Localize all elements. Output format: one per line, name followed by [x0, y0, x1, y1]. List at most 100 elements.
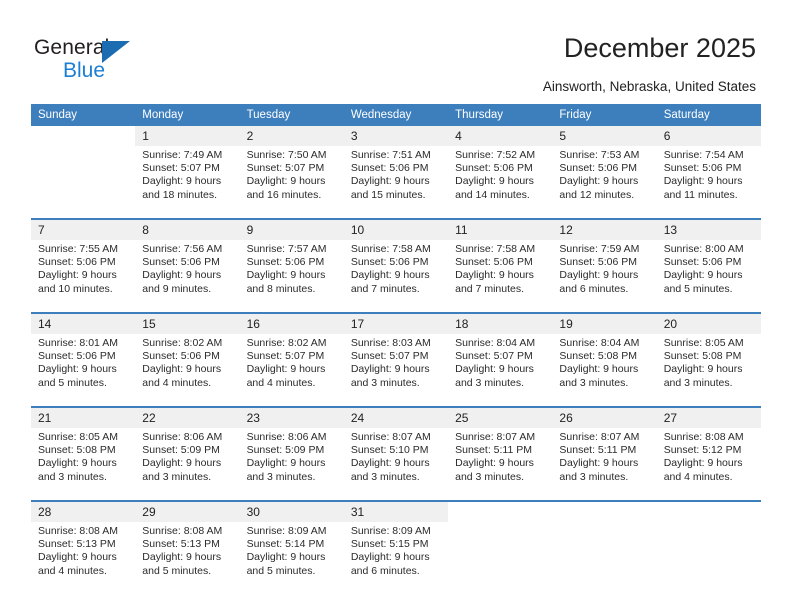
- day-number-cell[interactable]: 8: [135, 218, 240, 240]
- day-number-cell[interactable]: 20: [656, 312, 761, 334]
- day-sunrise-text: Sunrise: 8:09 AM: [350, 525, 431, 537]
- day-daylight-text: Daylight: 9 hours: [142, 269, 222, 282]
- day-number-cell[interactable]: 4: [448, 126, 553, 146]
- day-sunrise-text: Sunrise: 7:59 AM: [559, 243, 640, 255]
- day-daylight-text: Daylight: 9 hours: [559, 175, 639, 188]
- day-sunset-text: Sunset: 5:06 PM: [455, 256, 533, 269]
- day-number-empty: [448, 500, 553, 522]
- day-info-cell: Sunrise: 7:53 AM Sunset: 5:06 PM Daylight:…: [552, 146, 657, 219]
- day-daylight-text: Daylight: 9 hours: [246, 269, 326, 282]
- day-number-cell[interactable]: 9: [239, 218, 344, 240]
- day-number-empty: [31, 126, 136, 146]
- day-sunset-text: Sunset: 5:06 PM: [350, 162, 429, 175]
- day-info-cell: Sunrise: 8:08 AM Sunset: 5:13 PM Daylight:…: [135, 522, 240, 594]
- day-number-cell[interactable]: 7: [31, 218, 136, 240]
- day-info-cell: Sunrise: 7:58 AM Sunset: 5:06 PM Daylight:…: [343, 240, 449, 313]
- day-sunrise-text: Sunrise: 7:53 AM: [559, 149, 640, 161]
- day-daylight-text: Daylight: 9 hours: [246, 175, 326, 188]
- calendar-body: 1 2 3 4 5 6 Sunrise: 7:49 AM Sunset: 5:07 PM Day…: [31, 126, 761, 594]
- day-sunset-text: Sunset: 5:10 PM: [350, 444, 429, 457]
- day-daylight-text: Daylight: 9 hours: [38, 363, 117, 376]
- day-number-cell[interactable]: 14: [31, 312, 136, 334]
- day-number-cell[interactable]: 23: [239, 406, 344, 428]
- week-daynumber-row: 123456: [31, 126, 761, 146]
- day-number-cell[interactable]: 22: [135, 406, 240, 428]
- day-number-cell[interactable]: 18: [448, 312, 553, 334]
- day-sunset-text: Sunset: 5:13 PM: [38, 538, 116, 551]
- day-number-cell[interactable]: 29: [135, 500, 240, 522]
- day-sunrise-text: Sunrise: 7:50 AM: [246, 149, 327, 161]
- day-number-cell[interactable]: 25: [448, 406, 553, 428]
- day-sunset-text: Sunset: 5:06 PM: [142, 256, 220, 269]
- weekday-header-tuesday: Tuesday: [239, 104, 344, 126]
- day-number-cell[interactable]: 13: [656, 218, 761, 240]
- week-daynumber-row: 21 22 23 24 25 26 27: [31, 406, 761, 428]
- day-sunset-text: Sunset: 5:14 PM: [246, 538, 325, 551]
- day-number-cell[interactable]: 15: [135, 312, 240, 334]
- day-daylight-text: and 5 minutes.: [663, 282, 733, 295]
- day-sunrise-text: Sunrise: 7:49 AM: [142, 149, 223, 161]
- day-number-cell[interactable]: 17: [343, 312, 449, 334]
- day-number-cell[interactable]: 1: [135, 126, 240, 146]
- day-info-cell: Sunrise: 7:56 AM Sunset: 5:06 PM Daylight:…: [135, 240, 240, 313]
- day-sunset-text: Sunset: 5:11 PM: [559, 444, 637, 457]
- day-number-cell[interactable]: 6: [656, 126, 761, 146]
- day-info-cell: Sunrise: 8:08 AM Sunset: 5:12 PM Daylight:…: [656, 428, 761, 501]
- day-sunset-text: Sunset: 5:06 PM: [38, 350, 116, 363]
- day-number-cell[interactable]: 5: [552, 126, 657, 146]
- day-daylight-text: and 12 minutes.: [559, 188, 635, 201]
- week-daynumber-row: 7 8 9 10 11 12 13: [31, 218, 761, 240]
- day-sunrise-text: Sunrise: 8:02 AM: [142, 337, 223, 349]
- day-sunrise-text: Sunrise: 8:06 AM: [246, 431, 327, 443]
- day-number-cell[interactable]: 24: [343, 406, 449, 428]
- day-number-cell[interactable]: 30: [239, 500, 344, 522]
- day-number-cell[interactable]: 10: [343, 218, 449, 240]
- day-number-cell[interactable]: 19: [552, 312, 657, 334]
- day-sunset-text: Sunset: 5:12 PM: [663, 444, 742, 457]
- day-number-cell[interactable]: 2: [239, 126, 344, 146]
- day-number-cell[interactable]: 28: [31, 500, 136, 522]
- day-number-cell[interactable]: 11: [448, 218, 553, 240]
- day-daylight-text: Daylight: 9 hours: [246, 551, 326, 564]
- day-info-empty: [656, 522, 761, 594]
- day-daylight-text: and 7 minutes.: [350, 282, 420, 295]
- day-number-cell[interactable]: 31: [343, 500, 449, 522]
- day-info-cell: Sunrise: 8:01 AM Sunset: 5:06 PM Daylight:…: [31, 334, 136, 407]
- day-sunset-text: Sunset: 5:06 PM: [559, 162, 638, 175]
- day-daylight-text: and 9 minutes.: [142, 282, 212, 295]
- day-daylight-text: Daylight: 9 hours: [38, 457, 117, 470]
- week-info-row: Sunrise: 8:05 AM Sunset: 5:08 PM Daylight:…: [31, 428, 761, 501]
- day-daylight-text: Daylight: 9 hours: [455, 457, 534, 470]
- day-number-empty: [552, 500, 657, 522]
- day-daylight-text: and 3 minutes.: [455, 376, 525, 389]
- day-daylight-text: Daylight: 9 hours: [350, 269, 430, 282]
- day-info-empty: [552, 522, 657, 594]
- day-sunset-text: Sunset: 5:11 PM: [455, 444, 532, 457]
- day-sunset-text: Sunset: 5:07 PM: [455, 350, 533, 363]
- day-daylight-text: and 14 minutes.: [455, 188, 530, 201]
- day-daylight-text: and 6 minutes.: [350, 564, 420, 577]
- day-sunrise-text: Sunrise: 8:08 AM: [663, 431, 744, 443]
- general-blue-logo[interactable]: General Blue: [34, 36, 184, 92]
- day-number-cell[interactable]: 21: [31, 406, 136, 428]
- day-info-cell: Sunrise: 8:06 AM Sunset: 5:09 PM Daylight:…: [239, 428, 344, 501]
- day-info-cell: Sunrise: 8:05 AM Sunset: 5:08 PM Daylight:…: [31, 428, 136, 501]
- day-sunset-text: Sunset: 5:06 PM: [663, 256, 742, 269]
- day-number-cell[interactable]: 27: [656, 406, 761, 428]
- day-sunset-text: Sunset: 5:06 PM: [559, 256, 638, 269]
- day-daylight-text: Daylight: 9 hours: [350, 363, 430, 376]
- day-number-cell[interactable]: 3: [343, 126, 449, 146]
- day-number-cell[interactable]: 12: [552, 218, 657, 240]
- day-sunrise-text: Sunrise: 8:07 AM: [455, 431, 536, 443]
- day-daylight-text: and 5 minutes.: [38, 376, 107, 389]
- day-daylight-text: Daylight: 9 hours: [663, 457, 743, 470]
- day-sunrise-text: Sunrise: 8:04 AM: [559, 337, 640, 349]
- day-daylight-text: and 3 minutes.: [350, 470, 420, 483]
- day-sunrise-text: Sunrise: 8:06 AM: [142, 431, 223, 443]
- day-number-cell[interactable]: 16: [239, 312, 344, 334]
- day-info-cell: Sunrise: 7:55 AM Sunset: 5:06 PM Daylight:…: [31, 240, 136, 313]
- day-info-cell: Sunrise: 8:04 AM Sunset: 5:08 PM Daylight:…: [552, 334, 657, 407]
- day-sunset-text: Sunset: 5:07 PM: [142, 162, 220, 175]
- day-sunrise-text: Sunrise: 8:05 AM: [663, 337, 744, 349]
- day-number-cell[interactable]: 26: [552, 406, 657, 428]
